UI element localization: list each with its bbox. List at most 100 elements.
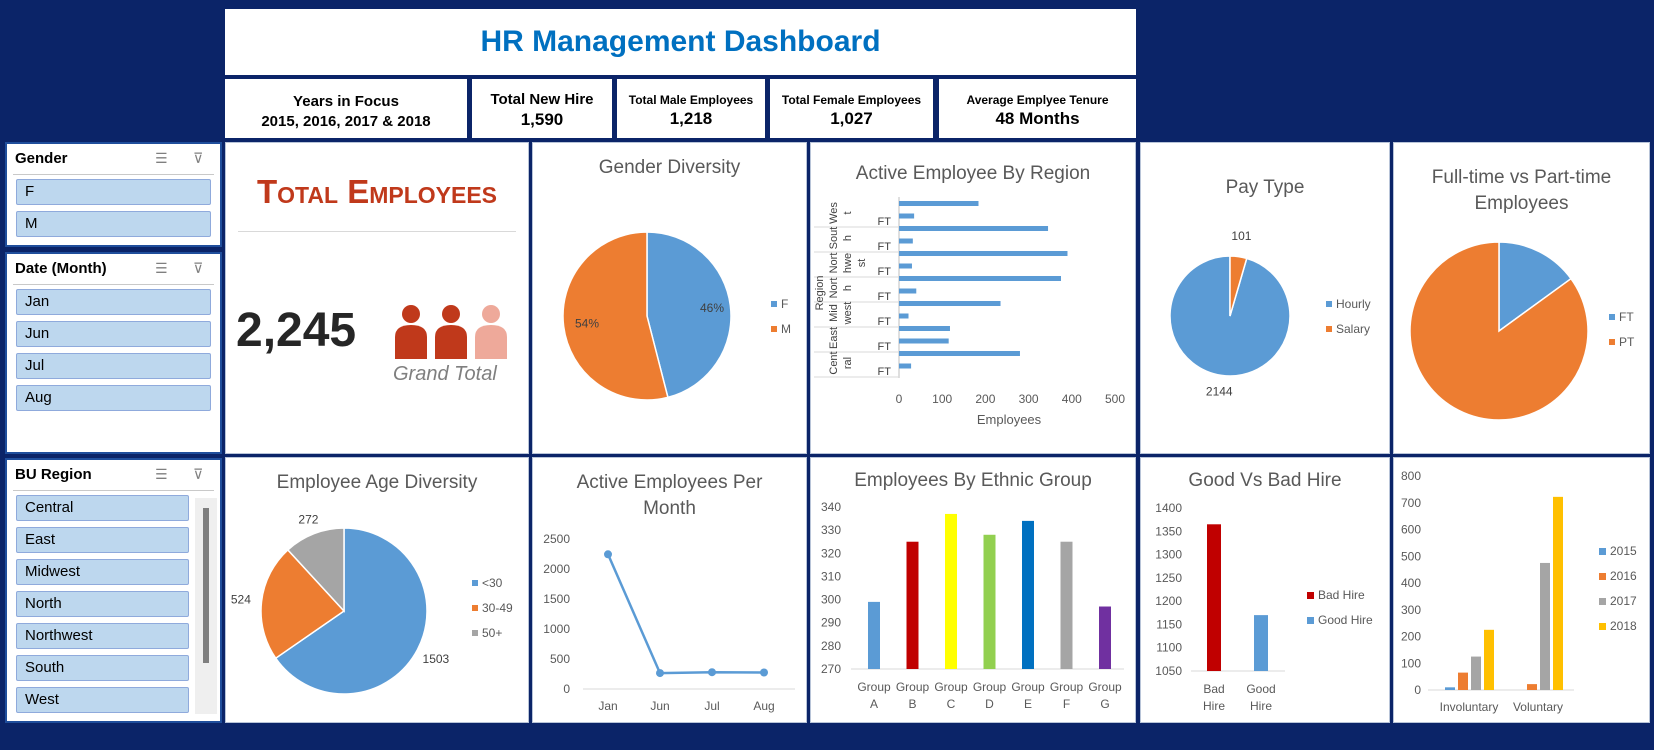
- x-tick-label: C: [947, 697, 956, 711]
- clear-filter-icon[interactable]: ⊽: [193, 260, 203, 277]
- y-tick-label: 280: [821, 639, 841, 653]
- pay-type-card: Pay Type 2144 101 Hourly Salary: [1140, 142, 1390, 454]
- page-title: HR Management Dashboard: [480, 25, 881, 58]
- slicer-item-north[interactable]: North: [16, 591, 189, 617]
- slicer-scrollbar[interactable]: [195, 498, 217, 714]
- ethnic-bar: [945, 513, 957, 669]
- region-bar: [899, 301, 1001, 306]
- ethnic-bar: [1022, 520, 1034, 669]
- legend-swatch: [1609, 314, 1615, 320]
- turnover-bar: [1445, 687, 1455, 690]
- y-tick-label: 300: [821, 593, 841, 607]
- y-tick-label: 290: [821, 616, 841, 630]
- slicer-region-title: BU Region: [15, 466, 92, 483]
- ft-label: FT: [878, 291, 892, 303]
- legend-label: 50+: [482, 626, 502, 640]
- data-label: 101: [1231, 229, 1251, 243]
- turnover-bar: [1484, 629, 1494, 690]
- slicer-item-northwest[interactable]: Northwest: [16, 623, 189, 649]
- data-point: [708, 668, 716, 677]
- legend-swatch: [1599, 598, 1606, 605]
- y-tick-label: 310: [821, 569, 841, 583]
- y-tick-label: 100: [1401, 656, 1421, 670]
- region-bar-chart: FTWes tFTSout hFTNort hwe stFTNort hFTMid west…: [814, 197, 1125, 427]
- region-group-label: t: [842, 211, 854, 214]
- ethnic-card: Employees By Ethnic Group 270 280 290 300 31…: [810, 457, 1136, 723]
- turnover-bar: [1471, 656, 1481, 690]
- legend-swatch: [1307, 592, 1314, 599]
- kpi-new-hire-value: 1,590: [520, 110, 564, 129]
- multi-select-icon[interactable]: ☰: [155, 150, 168, 167]
- age-pie-chart: 1503 524 272 <30 30-49 50+: [231, 513, 513, 695]
- x-tick-label: Group: [1050, 680, 1084, 694]
- x-tick-label: E: [1024, 697, 1032, 711]
- region-group-label: hwe: [842, 253, 854, 273]
- legend-label: M: [781, 322, 791, 336]
- y-tick-label: 270: [821, 662, 841, 676]
- kpi-new-hire: Total New Hire 1,590: [472, 79, 612, 138]
- data-point: [604, 550, 612, 559]
- region-bar: [899, 213, 915, 219]
- slicer-item-jan[interactable]: Jan: [16, 289, 211, 315]
- slicer-item-midwest[interactable]: Midwest: [16, 559, 189, 585]
- y-tick-label: 600: [1401, 523, 1421, 537]
- x-tick-label: Group: [1011, 680, 1045, 694]
- hire-bar: [1254, 615, 1268, 671]
- kpi-tenure: Average Emplyee Tenure 48 Months: [939, 79, 1136, 138]
- hire-bar-chart: 1050 1100 1150 1200 1250 1300 1350 1400 Bad Hire G…: [1155, 501, 1373, 713]
- y-tick-label: 1100: [1156, 641, 1182, 655]
- age-diversity-card: Employee Age Diversity 1503 524 272 <30 30-4…: [225, 457, 529, 723]
- kpi-male-label: Total Male Employees: [628, 93, 754, 107]
- data-label: 524: [231, 592, 251, 606]
- slicer-item-central[interactable]: Central: [16, 495, 189, 521]
- person-figure-3: [475, 305, 507, 359]
- slicer-item-aug[interactable]: Aug: [16, 385, 211, 411]
- ft-pt-pie-chart: FT PT: [1409, 241, 1635, 421]
- monthly-line-chart: 0 500 1000 1500 2000 2500 Jan Jun Jul Aug: [543, 532, 795, 713]
- legend-label: 2016: [1610, 569, 1637, 583]
- legend-swatch: [771, 326, 777, 332]
- x-tick-label: Group: [973, 680, 1007, 694]
- slicer-scrollbar-thumb[interactable]: [203, 508, 209, 663]
- clear-filter-icon[interactable]: ⊽: [193, 466, 203, 483]
- slicer-item-jun[interactable]: Jun: [16, 321, 211, 347]
- y-tick-label: 0: [1414, 683, 1421, 697]
- ft-label: FT: [878, 341, 892, 353]
- region-bar: [899, 326, 950, 331]
- slicer-gender: Gender ☰ ⊽ F M: [5, 142, 222, 247]
- ethnic-bar: [983, 534, 996, 669]
- y-axis-title: Region: [814, 276, 826, 311]
- y-tick-label: 340: [821, 500, 841, 514]
- region-bar: [899, 363, 912, 369]
- total-employees-value: 2,245: [236, 304, 357, 357]
- ft-label: FT: [878, 216, 892, 228]
- multi-select-icon[interactable]: ☰: [155, 466, 168, 483]
- slicer-item-f[interactable]: F: [16, 179, 211, 205]
- region-bar: [899, 276, 1061, 281]
- region-group-label: h: [842, 235, 854, 241]
- multi-select-icon[interactable]: ☰: [155, 260, 168, 277]
- slicer-item-east[interactable]: East: [16, 527, 189, 553]
- kpi-years: Years in Focus 2015, 2016, 2017 & 2018: [225, 79, 467, 138]
- x-tick-label: Aug: [753, 699, 774, 713]
- y-tick-label: 1400: [1155, 501, 1182, 515]
- slicer-item-m[interactable]: M: [16, 211, 211, 237]
- legend-label: 2015: [1610, 544, 1637, 558]
- kpi-years-label: Years in Focus: [293, 93, 399, 110]
- y-tick-label: 0: [563, 682, 570, 696]
- x-tick-label: Involuntary: [1440, 700, 1499, 714]
- y-tick-label: 330: [821, 523, 841, 537]
- slicer-item-west[interactable]: West: [16, 687, 189, 713]
- x-tick-label: Bad: [1203, 682, 1224, 696]
- clear-filter-icon[interactable]: ⊽: [193, 150, 203, 167]
- region-bar: [899, 226, 1049, 231]
- y-tick-label: 320: [821, 546, 841, 560]
- slicer-item-south[interactable]: South: [16, 655, 189, 681]
- slicer-month: Date (Month) ☰ ⊽ Jan Jun Jul Aug: [5, 252, 222, 454]
- monthly-card: Active Employees Per Month 0 500 1000 1500 2…: [532, 457, 807, 723]
- region-bar: [899, 288, 917, 294]
- slicer-divider: [13, 490, 214, 491]
- x-tick-label: Group: [1088, 680, 1122, 694]
- ethnic-bar: [1099, 606, 1111, 669]
- slicer-item-jul[interactable]: Jul: [16, 353, 211, 379]
